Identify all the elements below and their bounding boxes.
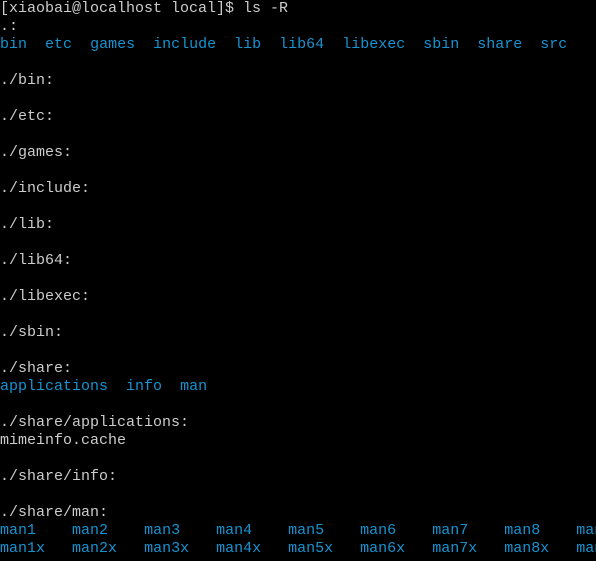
section-header: ./lib64:	[0, 252, 72, 269]
terminal-output[interactable]: [xiaobai@localhost local]$ ls -R .: bin …	[0, 0, 596, 558]
listing-item: man3x	[144, 540, 189, 557]
listing-item: man4	[216, 522, 252, 539]
listing-item: bin	[0, 36, 27, 53]
listing-item: libexec	[342, 36, 405, 53]
section-header: ./share/applications:	[0, 414, 189, 431]
listing-item: man1	[0, 522, 36, 539]
listing-item: man3	[144, 522, 180, 539]
section-header: ./games:	[0, 144, 72, 161]
listing-item: man7	[432, 522, 468, 539]
listing-item: lib64	[279, 36, 324, 53]
section-header: ./include:	[0, 180, 90, 197]
listing-item: man9x	[576, 540, 596, 557]
listing-item: man8x	[504, 540, 549, 557]
listing-item: man7x	[432, 540, 477, 557]
listing-item: man	[180, 378, 207, 395]
listing-item: man1x	[0, 540, 45, 557]
listing-item: lib	[234, 36, 261, 53]
section-header: ./share/info:	[0, 468, 117, 485]
listing-item: sbin	[423, 36, 459, 53]
listing-item: man6x	[360, 540, 405, 557]
listing-item: applications	[0, 378, 108, 395]
listing-item: man8	[504, 522, 540, 539]
section-header: ./share/man:	[0, 504, 108, 521]
listing-item: games	[90, 36, 135, 53]
listing-item: etc	[45, 36, 72, 53]
listing-item: man6	[360, 522, 396, 539]
shell-prompt: [xiaobai@localhost local]$	[0, 0, 243, 17]
ls-output: .: bin etc games include lib lib64 libex…	[0, 18, 596, 558]
command-text: ls -R	[243, 0, 288, 17]
listing-item: man2x	[72, 540, 117, 557]
listing-item: man9	[576, 522, 596, 539]
listing-item: info	[126, 378, 162, 395]
section-header: ./sbin:	[0, 324, 63, 341]
listing-item: man4x	[216, 540, 261, 557]
listing-item: include	[153, 36, 216, 53]
section-header: ./bin:	[0, 72, 54, 89]
section-header: ./etc:	[0, 108, 54, 125]
listing-item: mimeinfo.cache	[0, 432, 126, 449]
listing-item: share	[477, 36, 522, 53]
section-header: ./libexec:	[0, 288, 90, 305]
section-header: ./lib:	[0, 216, 54, 233]
listing-item: man5x	[288, 540, 333, 557]
listing-item: src	[540, 36, 567, 53]
listing-item: man2	[72, 522, 108, 539]
section-header: ./share:	[0, 360, 72, 377]
listing-item: man5	[288, 522, 324, 539]
section-header: .:	[0, 18, 18, 35]
